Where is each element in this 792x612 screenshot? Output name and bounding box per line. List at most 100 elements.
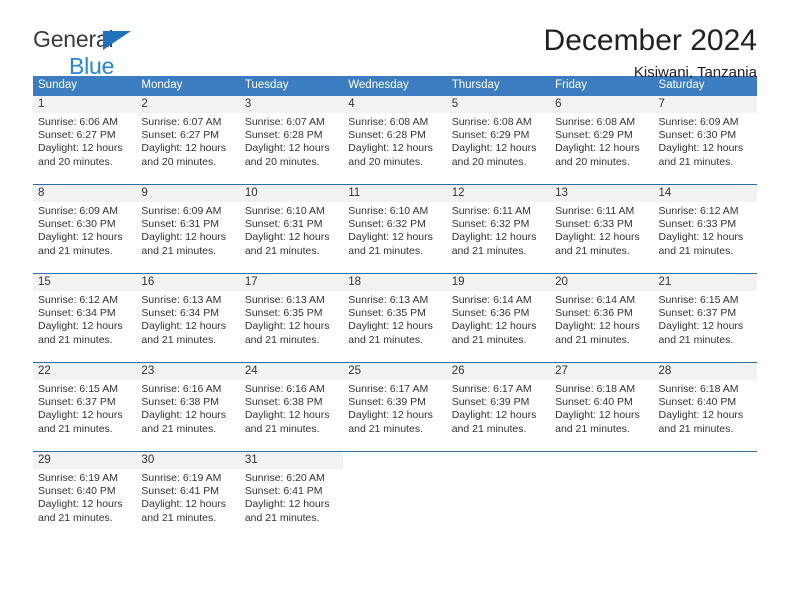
day-number: 24 <box>239 363 344 380</box>
day-sunrise-text: Sunrise: 6:07 AM <box>244 116 325 128</box>
day-cell[interactable]: 18 Sunrise: 6:13 AM Sunset: 6:35 PM Dayligh… <box>343 274 447 350</box>
day-cell[interactable]: 16 Sunrise: 6:13 AM Sunset: 6:34 PM Dayligh… <box>136 274 240 350</box>
day-cell[interactable]: 10 Sunrise: 6:10 AM Sunset: 6:31 PM Dayligh… <box>239 185 344 261</box>
day-cell[interactable]: 14 Sunrise: 6:12 AM Sunset: 6:33 PM Dayligh… <box>653 185 757 261</box>
day-sunrise-text: Sunrise: 6:13 AM <box>244 294 325 306</box>
week-cells: 1 Sunrise: 6:06 AM Sunset: 6:27 PM Daylight… <box>33 96 757 172</box>
day-cell-empty <box>446 452 551 528</box>
day-daylight-1-text: Daylight: 12 hours <box>658 142 744 155</box>
day-number: 8 <box>33 185 137 202</box>
day-sunrise-text: Sunrise: 6:14 AM <box>451 294 532 306</box>
day-cell-empty <box>653 452 757 528</box>
day-sunrise-text: Sunrise: 6:09 AM <box>38 205 118 217</box>
day-sun-info: Sunrise: 6:14 AM Sunset: 6:36 PM Daylight:… <box>447 291 550 347</box>
day-sunset-text: Sunset: 6:39 PM <box>451 396 530 409</box>
day-number: 27 <box>550 363 654 380</box>
day-sunrise-text: Sunrise: 6:09 AM <box>658 116 739 128</box>
day-cell[interactable]: 9 Sunrise: 6:09 AM Sunset: 6:31 PM Daylight… <box>136 185 240 261</box>
day-sunset-text: Sunset: 6:30 PM <box>658 129 737 142</box>
day-cell[interactable]: 11 Sunrise: 6:10 AM Sunset: 6:32 PM Dayligh… <box>343 185 447 261</box>
day-cell-empty <box>343 452 447 528</box>
day-number: 20 <box>550 274 654 291</box>
day-daylight-2-text: and 21 minutes. <box>555 244 630 257</box>
day-cell[interactable]: 1 Sunrise: 6:06 AM Sunset: 6:27 PM Daylight… <box>33 96 137 172</box>
day-sun-info: Sunrise: 6:16 AM Sunset: 6:38 PM Daylight:… <box>240 380 343 436</box>
day-cell[interactable]: 5 Sunrise: 6:08 AM Sunset: 6:29 PM Daylight… <box>446 96 551 172</box>
day-sunrise-text: Sunrise: 6:20 AM <box>244 472 325 484</box>
day-sunrise-text: Sunrise: 6:13 AM <box>141 294 222 306</box>
week-spacer <box>33 528 757 540</box>
day-daylight-1-text: Daylight: 12 hours <box>141 409 227 422</box>
day-cell[interactable]: 29 Sunrise: 6:19 AM Sunset: 6:40 PM Dayligh… <box>33 452 137 528</box>
day-sun-info: Sunrise: 6:07 AM Sunset: 6:28 PM Daylight:… <box>240 113 343 169</box>
day-daylight-1-text: Daylight: 12 hours <box>38 498 123 511</box>
day-daylight-2-text: and 21 minutes. <box>244 244 320 257</box>
day-daylight-2-text: and 20 minutes. <box>38 155 113 168</box>
day-cell[interactable]: 13 Sunrise: 6:11 AM Sunset: 6:33 PM Dayligh… <box>550 185 654 261</box>
day-cell[interactable]: 26 Sunrise: 6:17 AM Sunset: 6:39 PM Dayligh… <box>446 363 551 439</box>
calendar-week-row: 8 Sunrise: 6:09 AM Sunset: 6:30 PM Daylight… <box>33 184 757 273</box>
day-cell[interactable]: 30 Sunrise: 6:19 AM Sunset: 6:41 PM Dayligh… <box>136 452 240 528</box>
day-daylight-1-text: Daylight: 12 hours <box>244 231 330 244</box>
day-daylight-1-text: Daylight: 12 hours <box>244 409 330 422</box>
day-number: 21 <box>653 274 757 291</box>
day-cell[interactable]: 7 Sunrise: 6:09 AM Sunset: 6:30 PM Daylight… <box>653 96 757 172</box>
day-sunset-text: Sunset: 6:30 PM <box>38 218 116 231</box>
day-sun-info: Sunrise: 6:19 AM Sunset: 6:41 PM Daylight:… <box>136 469 239 525</box>
day-cell[interactable]: 4 Sunrise: 6:08 AM Sunset: 6:28 PM Daylight… <box>343 96 447 172</box>
day-sunrise-text: Sunrise: 6:06 AM <box>38 116 118 128</box>
day-cell[interactable]: 19 Sunrise: 6:14 AM Sunset: 6:36 PM Dayligh… <box>446 274 551 350</box>
day-sunset-text: Sunset: 6:35 PM <box>244 307 323 320</box>
day-cell[interactable]: 8 Sunrise: 6:09 AM Sunset: 6:30 PM Daylight… <box>33 185 137 261</box>
day-sunrise-text: Sunrise: 6:15 AM <box>38 383 118 395</box>
day-sunrise-text: Sunrise: 6:08 AM <box>348 116 429 128</box>
day-sunset-text: Sunset: 6:32 PM <box>348 218 426 231</box>
day-sun-info: Sunrise: 6:11 AM Sunset: 6:32 PM Daylight:… <box>447 202 550 258</box>
day-cell[interactable]: 17 Sunrise: 6:13 AM Sunset: 6:35 PM Dayligh… <box>239 274 344 350</box>
day-sun-info: Sunrise: 6:13 AM Sunset: 6:35 PM Daylight:… <box>343 291 446 347</box>
day-number: 19 <box>446 274 551 291</box>
day-sunset-text: Sunset: 6:32 PM <box>451 218 530 231</box>
day-sun-info: Sunrise: 6:08 AM Sunset: 6:28 PM Daylight:… <box>343 113 446 169</box>
day-daylight-2-text: and 20 minutes. <box>348 155 423 168</box>
day-sunset-text: Sunset: 6:41 PM <box>244 485 323 498</box>
day-cell[interactable]: 2 Sunrise: 6:07 AM Sunset: 6:27 PM Daylight… <box>136 96 240 172</box>
day-daylight-2-text: and 21 minutes. <box>244 333 320 346</box>
day-cell[interactable]: 21 Sunrise: 6:15 AM Sunset: 6:37 PM Dayligh… <box>653 274 757 350</box>
day-cell[interactable]: 12 Sunrise: 6:11 AM Sunset: 6:32 PM Dayligh… <box>446 185 551 261</box>
day-daylight-1-text: Daylight: 12 hours <box>38 142 123 155</box>
day-daylight-2-text: and 21 minutes. <box>38 511 113 524</box>
day-sun-info <box>447 469 550 472</box>
day-cell[interactable]: 24 Sunrise: 6:16 AM Sunset: 6:38 PM Dayligh… <box>239 363 344 439</box>
day-sunset-text: Sunset: 6:33 PM <box>658 218 737 231</box>
day-cell[interactable]: 6 Sunrise: 6:08 AM Sunset: 6:29 PM Daylight… <box>550 96 654 172</box>
day-daylight-2-text: and 20 minutes. <box>141 155 217 168</box>
day-cell[interactable]: 28 Sunrise: 6:18 AM Sunset: 6:40 PM Dayligh… <box>653 363 757 439</box>
day-daylight-1-text: Daylight: 12 hours <box>555 142 640 155</box>
day-cell[interactable]: 25 Sunrise: 6:17 AM Sunset: 6:39 PM Dayligh… <box>343 363 447 439</box>
day-sunrise-text: Sunrise: 6:14 AM <box>555 294 636 306</box>
day-number: 18 <box>343 274 447 291</box>
calendar-week-row: 1 Sunrise: 6:06 AM Sunset: 6:27 PM Daylight… <box>33 96 757 184</box>
weekday-header-tuesday: Tuesday <box>244 79 289 91</box>
day-daylight-2-text: and 21 minutes. <box>141 422 217 435</box>
day-cell[interactable]: 22 Sunrise: 6:15 AM Sunset: 6:37 PM Dayligh… <box>33 363 137 439</box>
day-cell[interactable]: 31 Sunrise: 6:20 AM Sunset: 6:41 PM Dayligh… <box>239 452 344 528</box>
day-cell[interactable]: 27 Sunrise: 6:18 AM Sunset: 6:40 PM Dayligh… <box>550 363 654 439</box>
day-cell[interactable]: 20 Sunrise: 6:14 AM Sunset: 6:36 PM Dayligh… <box>550 274 654 350</box>
day-sunset-text: Sunset: 6:40 PM <box>38 485 116 498</box>
day-number: 1 <box>33 96 137 113</box>
day-sunrise-text: Sunrise: 6:16 AM <box>244 383 325 395</box>
day-cell[interactable]: 23 Sunrise: 6:16 AM Sunset: 6:38 PM Dayligh… <box>136 363 240 439</box>
page-header: General Blue December 2024 Kisiwani, Tan… <box>0 0 792 81</box>
day-number <box>653 452 757 469</box>
day-daylight-1-text: Daylight: 12 hours <box>451 409 537 422</box>
day-sun-info: Sunrise: 6:09 AM Sunset: 6:31 PM Daylight:… <box>136 202 239 258</box>
day-sun-info: Sunrise: 6:17 AM Sunset: 6:39 PM Daylight:… <box>447 380 550 436</box>
day-sunset-text: Sunset: 6:34 PM <box>141 307 220 320</box>
day-sunrise-text: Sunrise: 6:18 AM <box>555 383 636 395</box>
day-cell[interactable]: 15 Sunrise: 6:12 AM Sunset: 6:34 PM Dayligh… <box>33 274 137 350</box>
day-sunrise-text: Sunrise: 6:08 AM <box>555 116 636 128</box>
day-cell[interactable]: 3 Sunrise: 6:07 AM Sunset: 6:28 PM Daylight… <box>239 96 344 172</box>
day-daylight-2-text: and 20 minutes. <box>555 155 630 168</box>
